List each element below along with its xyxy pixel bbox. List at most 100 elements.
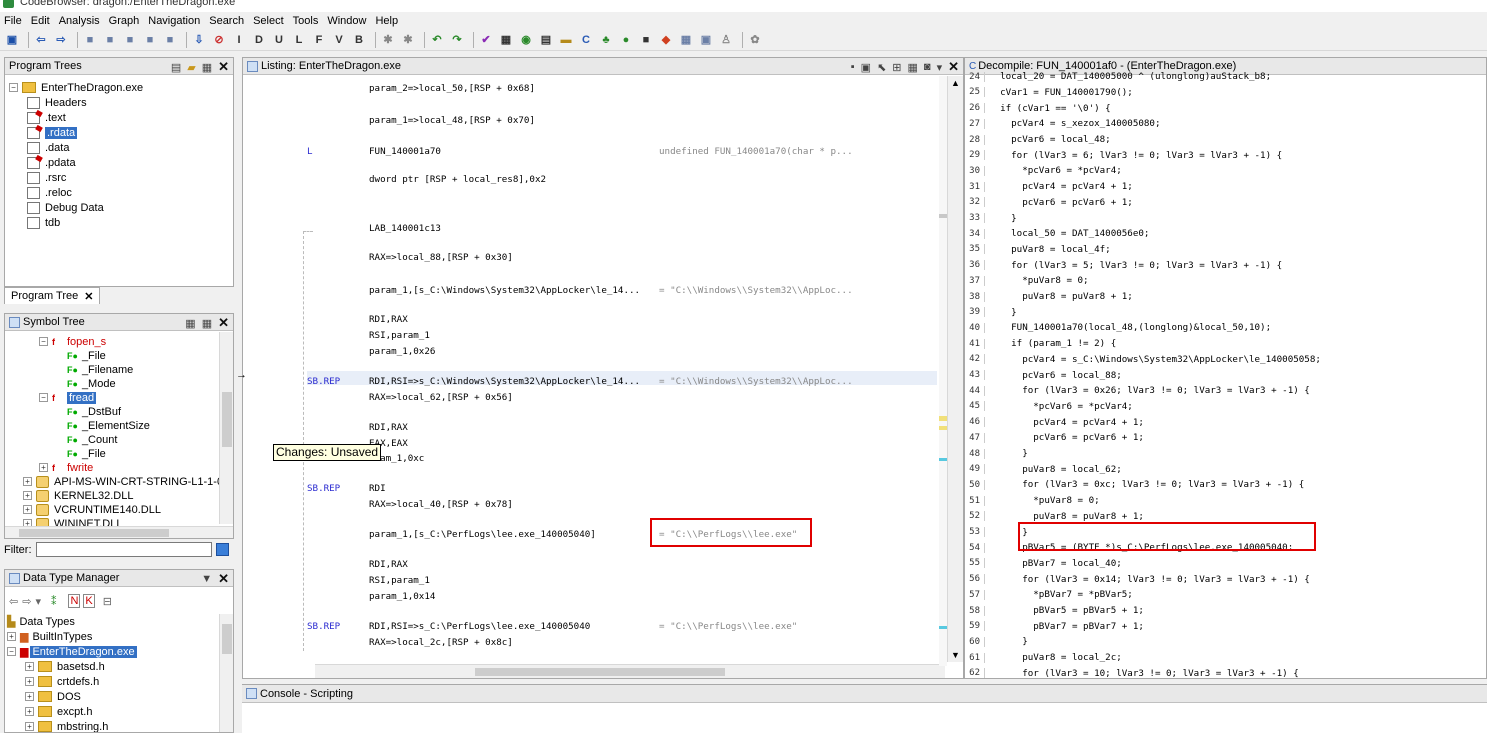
- decompile-line[interactable]: 61 puVar8 = local_2c;: [965, 651, 1122, 665]
- decompile-line[interactable]: 37 *puVar8 = 0;: [965, 274, 1088, 288]
- checkmark-icon[interactable]: ✔: [478, 32, 494, 48]
- symbol-tree-scrollbar[interactable]: [219, 332, 233, 524]
- decompile-line[interactable]: 43 pcVar6 = local_88;: [965, 368, 1122, 382]
- collapse-toggle-icon[interactable]: −: [39, 337, 48, 346]
- dropdown-icon[interactable]: ▾: [35, 595, 41, 608]
- debug-icon[interactable]: ■: [638, 32, 654, 48]
- menu-tools[interactable]: Tools: [293, 15, 319, 27]
- decompile-line[interactable]: 24 local_20 = DAT_140005000 ^ (ulonglong…: [965, 70, 1271, 84]
- nav-function-icon[interactable]: ■: [162, 32, 178, 48]
- listing-hscrollbar[interactable]: [315, 664, 945, 678]
- tree-item-pdata[interactable]: .pdata: [27, 155, 76, 170]
- decompile-line[interactable]: 42 pcVar4 = s_C:\Windows\System32\AppLoc…: [965, 353, 1321, 367]
- listing-row[interactable]: LAB_140001c13: [307, 223, 659, 234]
- back-icon[interactable]: ⇦: [9, 595, 18, 608]
- decompile-line[interactable]: 51 *puVar8 = 0;: [965, 494, 1099, 508]
- symbol-param[interactable]: F● _File: [67, 446, 106, 461]
- listing-row[interactable]: SB.REP RDI,RSI=>s_C:\PerfLogs\lee.exe_140…: [307, 621, 797, 632]
- symbol-dll[interactable]: + VCRUNTIME140.DLL: [23, 502, 161, 517]
- save-icon[interactable]: ▣: [4, 32, 20, 48]
- undo-icon[interactable]: ↶: [429, 32, 445, 48]
- decompile-line[interactable]: 39 }: [965, 306, 1017, 320]
- decompile-line[interactable]: 38 puVar8 = puVar8 + 1;: [965, 290, 1133, 304]
- copy-icon[interactable]: ▪: [851, 61, 855, 73]
- tree-root[interactable]: − EnterTheDragon.exe: [9, 80, 143, 95]
- expand-icon[interactable]: ⁑: [51, 595, 57, 608]
- close-icon[interactable]: ✕: [948, 59, 959, 75]
- expand-toggle-icon[interactable]: +: [23, 491, 32, 500]
- menu-arrow-icon[interactable]: ▾: [937, 61, 943, 74]
- expand-toggle-icon[interactable]: +: [39, 463, 48, 472]
- listing-expand-arrow-icon[interactable]: →: [236, 369, 247, 381]
- decompile-line[interactable]: 32 pcVar6 = pcVar6 + 1;: [965, 196, 1133, 210]
- decompile-line[interactable]: 36 for (lVar3 = 5; lVar3 != 0; lVar3 = l…: [965, 258, 1282, 272]
- menu-window[interactable]: Window: [327, 15, 366, 27]
- snapshot-icon[interactable]: ▦: [202, 317, 212, 330]
- expand-toggle-icon[interactable]: +: [23, 477, 32, 486]
- define-D-button[interactable]: D: [251, 32, 267, 48]
- close-tab-icon[interactable]: ✕: [84, 290, 93, 303]
- variable-V-button[interactable]: V: [331, 32, 347, 48]
- run-icon[interactable]: ●: [618, 32, 634, 48]
- listing-row[interactable]: param_1,0x14: [307, 591, 659, 602]
- tree-item-headers[interactable]: Headers: [27, 95, 87, 110]
- decompile-line[interactable]: 30 *pcVar6 = *pcVar4;: [965, 164, 1122, 178]
- menu-file[interactable]: File: [4, 15, 22, 27]
- decompile-line[interactable]: 62 for (lVar3 = 10; lVar3 != 0; lVar3 = …: [965, 667, 1299, 678]
- window-icon[interactable]: ▣: [698, 32, 714, 48]
- diamond-icon[interactable]: ◆: [658, 32, 674, 48]
- listing-row[interactable]: RSI,param_1: [307, 330, 659, 341]
- forward-icon[interactable]: ⇨: [22, 595, 31, 608]
- snapshot-icon[interactable]: ▦: [202, 61, 212, 74]
- decompile-line[interactable]: 50 for (lVar3 = 0xc; lVar3 != 0; lVar3 =…: [965, 478, 1304, 492]
- decompiler-icon[interactable]: C: [578, 32, 594, 48]
- nav-data-icon[interactable]: ■: [102, 32, 118, 48]
- decompile-line[interactable]: 28 pcVar6 = local_48;: [965, 133, 1111, 147]
- menu-edit[interactable]: Edit: [31, 15, 50, 27]
- tool-icon[interactable]: ✱: [380, 32, 396, 48]
- listing-scrollbar[interactable]: ▲ ▼: [947, 76, 963, 662]
- listing-row[interactable]: SB.REP RDI: [307, 483, 659, 494]
- snapshot-icon[interactable]: ◙: [924, 61, 931, 73]
- decompile-line[interactable]: 46 pcVar4 = pcVar4 + 1;: [965, 415, 1144, 429]
- data-type-scrollbar[interactable]: [219, 614, 233, 732]
- decompile-line[interactable]: 48 }: [965, 447, 1028, 461]
- decompile-line[interactable]: 59 pBVar7 = pBVar7 + 1;: [965, 620, 1144, 634]
- menu-arrow-icon[interactable]: ▼: [201, 573, 212, 585]
- listing-row[interactable]: dword ptr [RSP + local_res8],0x2: [307, 174, 659, 185]
- dt-folder[interactable]: + DOS: [25, 689, 81, 704]
- dt-root[interactable]: ▙ Data Types: [7, 614, 75, 629]
- dt-builtin[interactable]: + ▆ BuiltInTypes: [7, 629, 92, 644]
- listing-row[interactable]: param_1,0x26: [307, 346, 659, 357]
- menu-analysis[interactable]: Analysis: [59, 15, 100, 27]
- scrollbar-thumb[interactable]: [19, 529, 169, 537]
- symbol-dll[interactable]: + API-MS-WIN-CRT-STRING-L1-1-0.DLL: [23, 474, 233, 489]
- expand-toggle-icon[interactable]: +: [25, 692, 34, 701]
- disassemble-I-button[interactable]: I: [231, 32, 247, 48]
- decompile-line[interactable]: 58 pBVar5 = pBVar5 + 1;: [965, 604, 1144, 618]
- nav-instruction-icon[interactable]: ■: [82, 32, 98, 48]
- filter-input[interactable]: [35, 542, 212, 557]
- nav-label-icon[interactable]: ■: [142, 32, 158, 48]
- field-editor-icon[interactable]: ⊞: [892, 61, 901, 74]
- decompile-line[interactable]: 47 pcVar6 = pcVar6 + 1;: [965, 431, 1144, 445]
- tab-program-tree[interactable]: Program Tree ✕: [4, 287, 101, 304]
- collapse-toggle-icon[interactable]: −: [9, 83, 18, 92]
- listing-row[interactable]: param_1,[s_C:\Windows\System32\AppLocker…: [307, 285, 853, 296]
- decompile-line[interactable]: 27 pcVar4 = s_xezox_140005080;: [965, 117, 1160, 131]
- memory-icon[interactable]: ▬: [558, 32, 574, 48]
- decompile-line[interactable]: 34 local_50 = DAT_1400056e0;: [965, 227, 1149, 241]
- close-icon[interactable]: ✕: [218, 59, 229, 75]
- collapse-toggle-icon[interactable]: −: [39, 393, 48, 402]
- close-icon[interactable]: ✕: [218, 315, 229, 331]
- open-folder-icon[interactable]: ▰: [187, 61, 195, 74]
- filter-arrays-icon[interactable]: N: [68, 594, 81, 608]
- close-icon[interactable]: ✕: [218, 571, 229, 587]
- listing-row[interactable]: RAX=>local_62,[RSP + 0x56]: [307, 392, 659, 403]
- dt-folder[interactable]: + excpt.h: [25, 704, 92, 719]
- horizontal-scrollbar[interactable]: [5, 526, 233, 538]
- down-arrow-icon[interactable]: ⇩: [191, 32, 207, 48]
- decompile-line[interactable]: 33 }: [965, 211, 1017, 225]
- menu-select[interactable]: Select: [253, 15, 284, 27]
- undefine-U-button[interactable]: U: [271, 32, 287, 48]
